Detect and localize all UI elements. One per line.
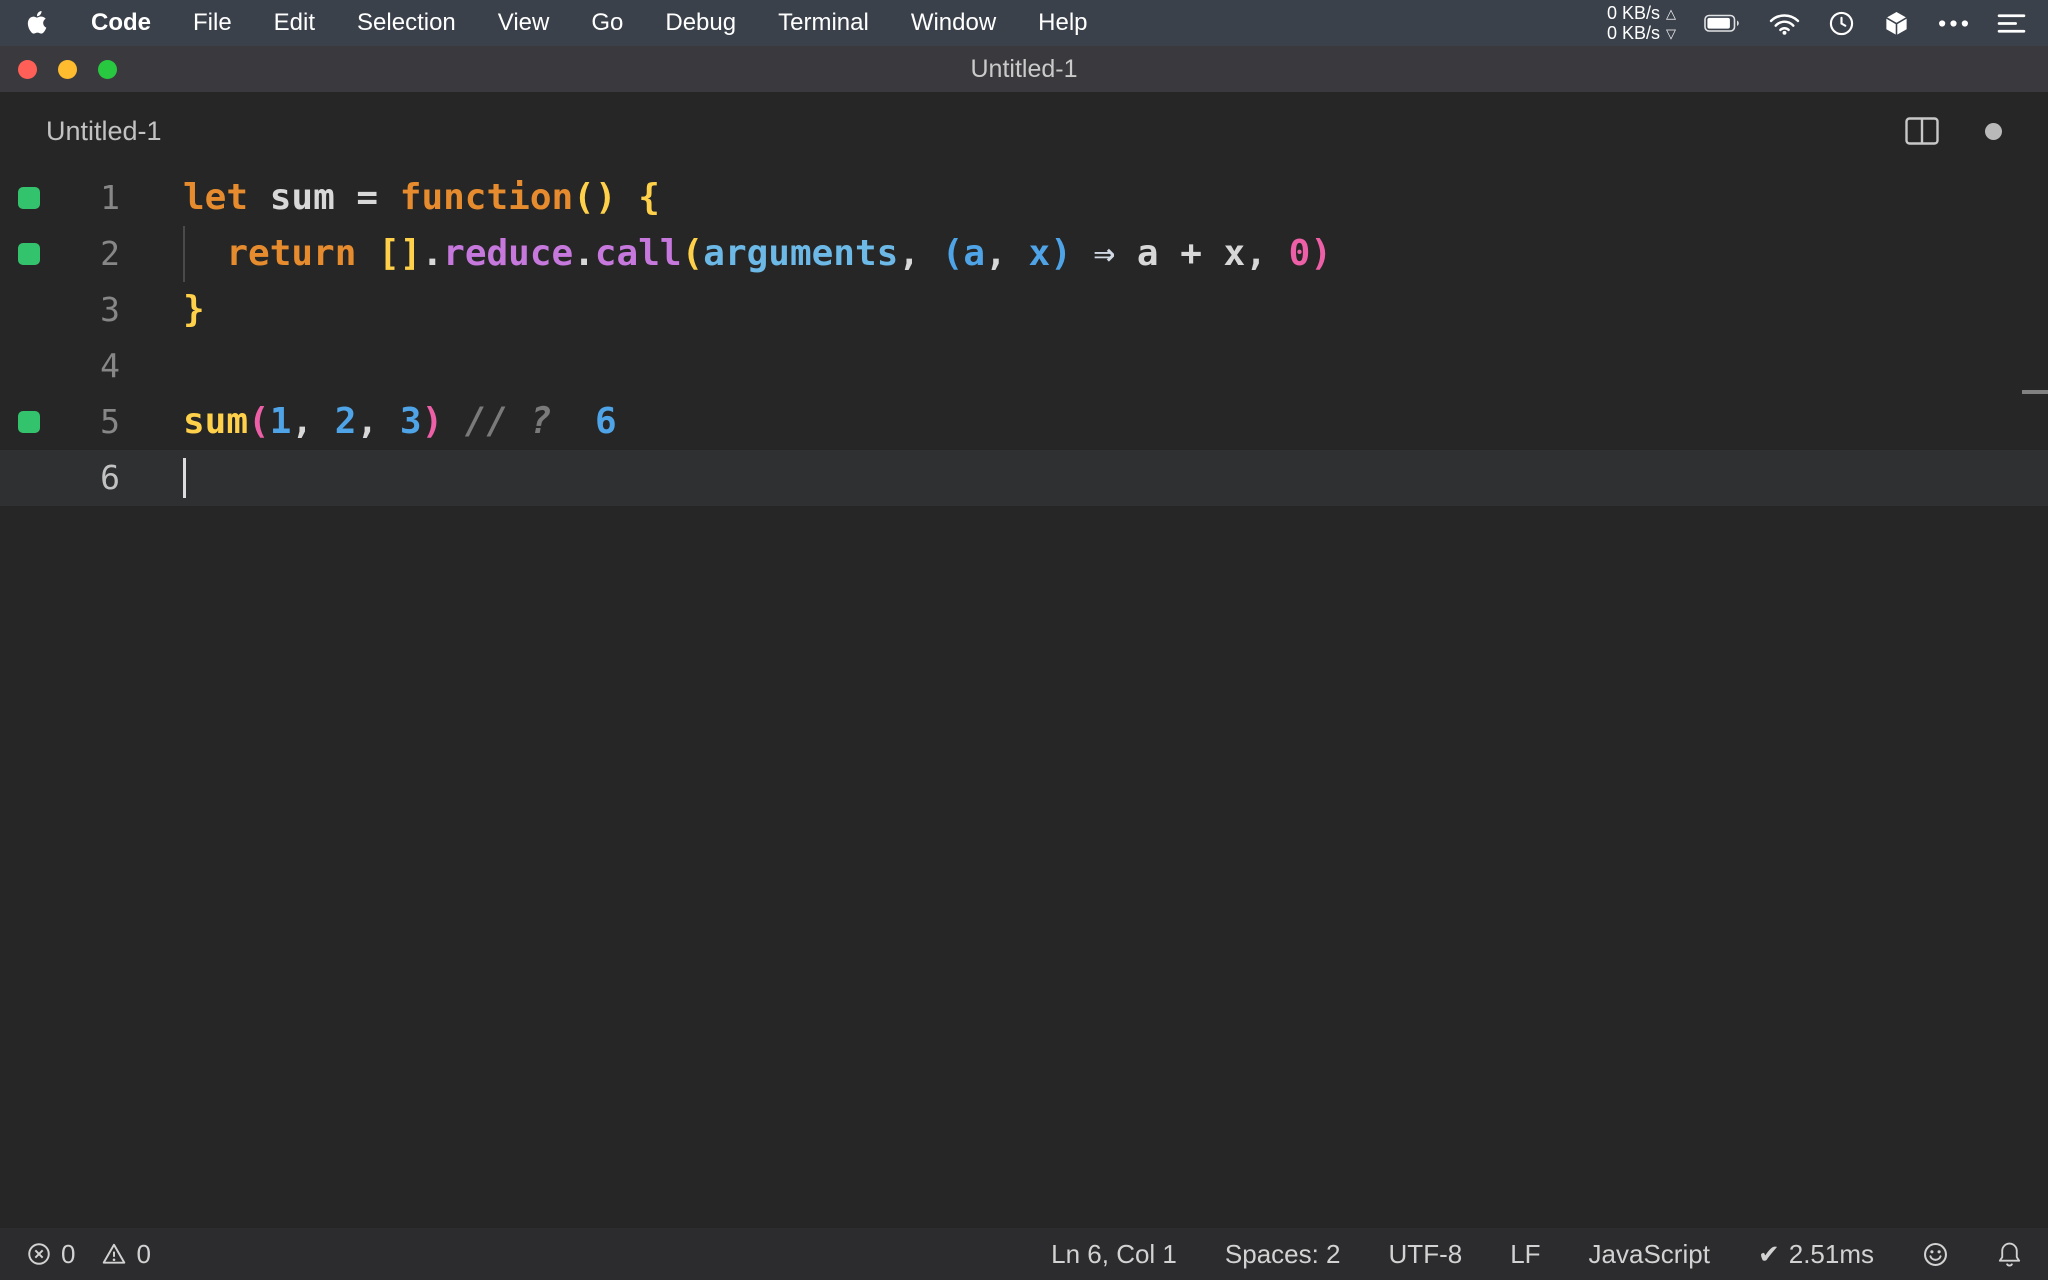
download-arrow-icon: ▽ xyxy=(1666,25,1676,41)
problems-group: 0 0 xyxy=(26,1239,151,1270)
scrollbar-mark xyxy=(2022,390,2048,394)
window-title: Untitled-1 xyxy=(970,54,1078,83)
code-line-3[interactable]: 3} xyxy=(0,282,2048,338)
tab-label[interactable]: Untitled-1 xyxy=(46,116,162,147)
quokka-time: 2.51ms xyxy=(1788,1238,1874,1269)
line-number: 5 xyxy=(100,402,120,441)
editor: Untitled-1 1 let sum = function() { 2 retu… xyxy=(0,92,2048,1228)
download-speed: 0 KB/s xyxy=(1606,23,1660,43)
traffic-lights xyxy=(0,59,117,79)
unsaved-indicator-dot[interactable] xyxy=(1985,122,2002,140)
menu-item-terminal[interactable]: Terminal xyxy=(778,9,869,37)
menu-item-window[interactable]: Window xyxy=(911,9,996,37)
language-mode[interactable]: JavaScript xyxy=(1589,1239,1710,1270)
problems-errors[interactable]: 0 xyxy=(26,1239,75,1270)
feedback-smiley-icon[interactable] xyxy=(1922,1241,1949,1268)
menu-item-help[interactable]: Help xyxy=(1038,9,1087,37)
code-text: return [].reduce.call(arguments, (a, x) … xyxy=(226,233,1332,274)
zoom-button[interactable] xyxy=(98,59,117,79)
list-icon[interactable] xyxy=(1997,12,2026,35)
warning-triangle-icon xyxy=(101,1241,127,1267)
menu-bar: Code File Edit Selection View Go Debug Terminal… xyxy=(0,0,2048,46)
apple-menu-icon[interactable] xyxy=(26,10,47,35)
code-line-6[interactable]: 6 xyxy=(0,450,2048,506)
ellipsis-icon[interactable] xyxy=(1938,19,1969,28)
menu-item-view[interactable]: View xyxy=(498,9,550,37)
code-line-4[interactable]: 4 xyxy=(0,338,2048,394)
indentation[interactable]: Spaces: 2 xyxy=(1225,1239,1341,1270)
menu-item-edit[interactable]: Edit xyxy=(274,9,315,37)
notifications-bell-icon[interactable] xyxy=(1997,1241,2022,1268)
split-editor-icon[interactable] xyxy=(1905,117,1939,145)
problems-warnings[interactable]: 0 xyxy=(101,1238,151,1270)
battery-icon[interactable] xyxy=(1704,14,1741,33)
menu-item-debug[interactable]: Debug xyxy=(665,9,736,37)
code-lines: 1 let sum = function() { 2 return [].reduc… xyxy=(0,170,2048,506)
encoding[interactable]: UTF-8 xyxy=(1389,1239,1463,1270)
clock-icon[interactable] xyxy=(1828,10,1855,37)
minimize-button[interactable] xyxy=(58,59,77,79)
eol-selector[interactable]: LF xyxy=(1510,1239,1540,1270)
code-text: sum(1, 2, 3) // ? 6 xyxy=(183,401,617,442)
error-circle-icon xyxy=(26,1241,52,1267)
menu-item-file[interactable]: File xyxy=(193,9,232,37)
warning-count: 0 xyxy=(136,1238,151,1269)
code-text: } xyxy=(183,289,205,330)
code-text: let sum = function() { xyxy=(183,177,660,218)
upload-arrow-icon: △ xyxy=(1666,5,1676,21)
window-titlebar: Untitled-1 xyxy=(0,46,2048,92)
code-line-1[interactable]: 1 let sum = function() { xyxy=(0,170,2048,226)
code-line-2[interactable]: 2 return [].reduce.call(arguments, (a, x… xyxy=(0,226,2048,282)
line-number: 3 xyxy=(100,290,120,329)
menu-item-code[interactable]: Code xyxy=(91,9,151,37)
line-number: 4 xyxy=(100,346,120,385)
text-cursor xyxy=(183,458,186,498)
error-count: 0 xyxy=(61,1238,76,1269)
cube-icon[interactable] xyxy=(1883,10,1910,37)
upload-speed: 0 KB/s xyxy=(1606,3,1660,23)
code-line-5[interactable]: 5 sum(1, 2, 3) // ? 6 xyxy=(0,394,2048,450)
statusbar-right-group: Ln 6, Col 1 Spaces: 2 UTF-8 LF JavaScrip… xyxy=(1051,1239,2022,1270)
menu-item-go[interactable]: Go xyxy=(591,9,623,37)
wifi-icon[interactable] xyxy=(1769,12,1800,35)
quokka-perf[interactable]: ✔ 2.51ms xyxy=(1758,1239,1874,1270)
network-speed-indicator[interactable]: 0 KB/s △ 0 KB/s ▽ xyxy=(1607,3,1676,43)
status-bar: 0 0 Ln 6, Col 1 Spaces: 2 UTF-8 LF JavaS… xyxy=(0,1228,2048,1280)
menubar-status-area: 0 KB/s △ 0 KB/s ▽ xyxy=(1607,3,2026,43)
check-icon: ✔ xyxy=(1757,1238,1780,1269)
line-number: 2 xyxy=(100,234,120,273)
menu-items: Code File Edit Selection View Go Debug Terminal… xyxy=(91,9,1088,37)
line-number: 1 xyxy=(100,178,120,217)
menu-item-selection[interactable]: Selection xyxy=(357,9,456,37)
cursor-position[interactable]: Ln 6, Col 1 xyxy=(1051,1239,1177,1270)
close-button[interactable] xyxy=(18,59,37,79)
editor-header: Untitled-1 xyxy=(0,92,2048,170)
editor-actions xyxy=(1905,117,2002,145)
line-number: 6 xyxy=(100,458,120,497)
